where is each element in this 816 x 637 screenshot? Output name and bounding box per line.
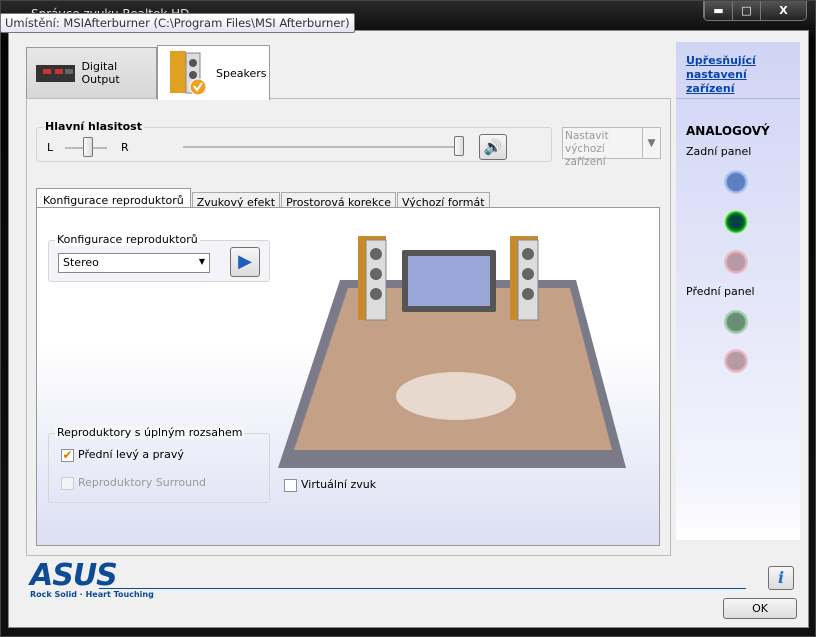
- connector-panel: Upřesňující nastavení zařízení ANALOGOVÝ…: [676, 42, 800, 540]
- fullrange-group: Reproduktory s úplným rozsahem ✔ Přední l…: [48, 426, 270, 503]
- front-lr-checkbox[interactable]: ✔ Přední levý a pravý: [61, 448, 184, 462]
- play-test-button[interactable]: ▶: [230, 247, 260, 277]
- checkbox[interactable]: [61, 476, 74, 490]
- volume-slider[interactable]: [183, 146, 463, 148]
- maximize-button[interactable]: □: [732, 1, 760, 20]
- brand-divider: [99, 588, 746, 589]
- mute-button[interactable]: 🔊: [479, 134, 507, 160]
- jack-rear-blue[interactable]: [724, 170, 748, 194]
- chevron-down-icon: ▼: [642, 128, 660, 158]
- close-button[interactable]: X: [760, 1, 806, 20]
- speaker-config-label: Konfigurace reproduktorů: [55, 233, 200, 246]
- digital-output-icon: [36, 65, 76, 82]
- virtual-sound-checkbox[interactable]: Virtuální zvuk: [284, 478, 376, 492]
- balance-thumb[interactable]: [83, 137, 93, 157]
- ok-button[interactable]: OK: [723, 598, 797, 619]
- surround-checkbox[interactable]: Reproduktory Surround: [61, 476, 206, 490]
- asus-logo: ASUS Rock Solid · Heart Touching: [30, 558, 154, 600]
- jack-rear-green[interactable]: [724, 210, 748, 234]
- speaker-config-group: Konfigurace reproduktorů Stereo ▼ ▶: [48, 233, 270, 282]
- balance-right-label: R: [121, 141, 129, 154]
- advanced-settings-link[interactable]: Upřesňující nastavení zařízení: [686, 54, 786, 96]
- jack-front-green[interactable]: [724, 310, 748, 334]
- location-tooltip: Umístění: MSIAfterburner (C:\Program Fil…: [0, 13, 355, 33]
- fullrange-label: Reproduktory s úplným rozsahem: [55, 426, 245, 439]
- room-illustration: [278, 236, 626, 468]
- speaker-volume-icon: 🔊: [483, 138, 503, 156]
- analog-heading: ANALOGOVÝ: [686, 124, 770, 138]
- info-button[interactable]: i: [768, 566, 794, 590]
- checkbox[interactable]: [284, 478, 297, 492]
- minimize-button[interactable]: ▬: [704, 1, 732, 20]
- tab-digital-output[interactable]: Digital Output: [26, 47, 157, 98]
- jack-front-pink[interactable]: [724, 349, 748, 373]
- balance-left-label: L: [47, 141, 54, 154]
- tab-label: Speakers: [216, 66, 267, 80]
- front-panel-label: Přední panel: [686, 285, 755, 298]
- info-icon: i: [777, 568, 785, 587]
- play-icon: ▶: [238, 251, 252, 272]
- volume-thumb[interactable]: [454, 136, 464, 156]
- checkbox-checked[interactable]: ✔: [61, 448, 74, 462]
- tab-speakers[interactable]: Speakers: [157, 45, 270, 100]
- master-volume-group: Hlavní hlasitost L R 🔊: [36, 120, 552, 162]
- chevron-down-icon: ▼: [198, 257, 205, 266]
- rear-panel-label: Zadní panel: [686, 145, 752, 158]
- speaker-config-select[interactable]: Stereo ▼: [58, 253, 210, 273]
- default-device-dropdown[interactable]: Nastavit výchozí zařízení ▼: [562, 127, 661, 168]
- master-volume-label: Hlavní hlasitost: [43, 120, 144, 133]
- speakers-icon: [170, 51, 207, 96]
- tab-label: Digital Output: [81, 60, 120, 86]
- jack-rear-pink[interactable]: [724, 250, 748, 274]
